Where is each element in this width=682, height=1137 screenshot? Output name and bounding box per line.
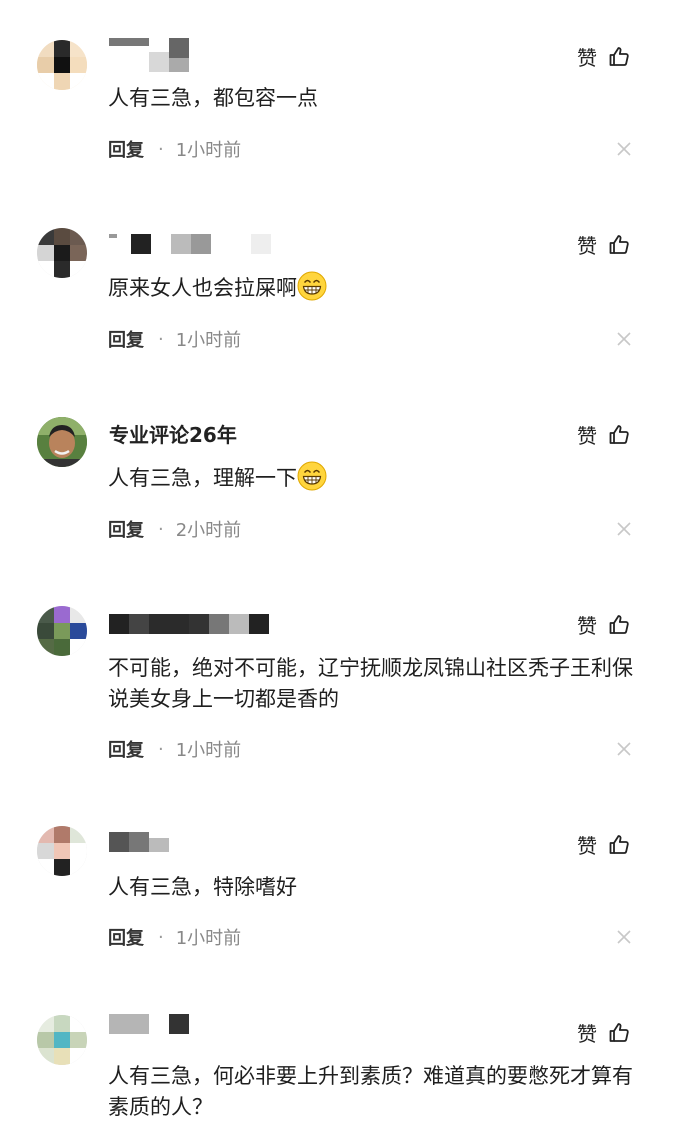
username-redacted[interactable] [109,38,189,72]
comment-meta: 回复 · 1小时前 [108,326,241,352]
thumbs-up-icon [609,614,629,634]
comment-text: 不可能，绝对不可能，辽宁抚顺龙凤锦山社区秃子王利保说美女身上一切都是香的 [108,656,633,711]
like-button[interactable]: 赞 [577,1018,631,1047]
like-button[interactable]: 赞 [577,830,631,859]
close-icon[interactable] [617,142,631,156]
grinning-face-emoji [297,271,327,301]
username-redacted[interactable] [109,1014,209,1034]
like-button[interactable]: 赞 [577,420,631,449]
separator-dot: · [158,518,164,540]
timestamp: 2小时前 [175,520,242,541]
close-icon[interactable] [617,742,631,756]
close-icon[interactable] [617,332,631,346]
close-icon[interactable] [617,522,631,536]
avatar[interactable] [37,40,87,90]
reply-button[interactable]: 回复 [108,736,144,762]
reply-button[interactable]: 回复 [108,136,144,162]
comment-text: 人有三急，都包容一点 [108,86,318,110]
comment-text-content: 原来女人也会拉屎啊 [108,276,297,300]
username-redacted[interactable] [109,234,279,254]
thumbs-up-icon [609,834,629,854]
username[interactable]: 专业评论26年 [109,419,237,448]
like-label: 赞 [577,614,597,638]
thumbs-up-icon [609,424,629,444]
like-button[interactable]: 赞 [577,610,631,639]
avatar[interactable] [37,606,87,656]
separator-dot: · [158,738,164,760]
comment-text: 人有三急，特除嗜好 [108,875,297,899]
thumbs-up-icon [609,234,629,254]
timestamp: 1小时前 [175,330,242,351]
profile-photo [37,417,87,467]
timestamp: 1小时前 [175,928,242,949]
avatar[interactable] [37,228,87,278]
like-label: 赞 [577,424,597,448]
separator-dot: · [158,926,164,948]
reply-button[interactable]: 回复 [108,924,144,950]
like-label: 赞 [577,46,597,70]
close-icon[interactable] [617,930,631,944]
comment-meta: 回复 · 1小时前 [108,136,241,162]
separator-dot: · [158,138,164,160]
username-redacted[interactable] [109,614,271,634]
like-label: 赞 [577,234,597,258]
reply-button[interactable]: 回复 [108,326,144,352]
avatar[interactable] [37,1015,87,1065]
comment-meta: 回复 · 1小时前 [108,924,241,950]
comment-text: 原来女人也会拉屎啊 [108,271,638,304]
timestamp: 1小时前 [175,740,242,761]
like-label: 赞 [577,834,597,858]
thumbs-up-icon [609,46,629,66]
like-button[interactable]: 赞 [577,230,631,259]
comment-text-content: 人有三急，理解一下 [108,466,297,490]
comment-meta: 回复 · 2小时前 [108,516,241,542]
like-button[interactable]: 赞 [577,42,631,71]
comment-text: 人有三急，何必非要上升到素质？难道真的要憋死才算有素质的人？ [108,1064,633,1119]
avatar[interactable] [37,417,87,467]
comment-meta: 回复 · 1小时前 [108,736,241,762]
avatar[interactable] [37,826,87,876]
comment-text: 人有三急，理解一下 [108,461,638,494]
timestamp: 1小时前 [175,140,242,161]
separator-dot: · [158,328,164,350]
thumbs-up-icon [609,1022,629,1042]
username-redacted[interactable] [109,832,189,852]
like-label: 赞 [577,1022,597,1046]
reply-button[interactable]: 回复 [108,516,144,542]
grinning-face-emoji [297,461,327,491]
